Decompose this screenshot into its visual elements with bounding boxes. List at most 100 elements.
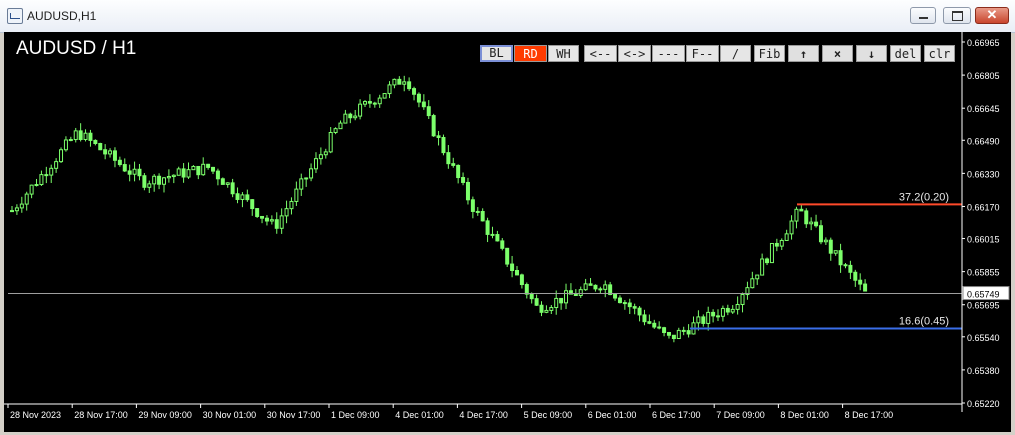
candle-body (534, 298, 539, 306)
candle-body (83, 132, 88, 140)
candle-body (627, 302, 632, 308)
toolbar-trend-line-button[interactable]: / (720, 45, 751, 62)
candle-body (112, 150, 117, 161)
candle-body (622, 302, 627, 305)
candle-body (529, 293, 534, 300)
candle-body (465, 181, 470, 201)
candle-body (470, 199, 475, 212)
candle-body (157, 175, 162, 185)
price-chart[interactable]: 37.2(0.20) 16.6(0.45) 0.66965 0.66805 0.666… (4, 32, 1011, 432)
candle-body (176, 168, 181, 176)
toolbar-delete-button[interactable]: del (890, 45, 921, 62)
candle-body (382, 93, 387, 99)
candle-body (171, 174, 176, 178)
candle-body (230, 182, 235, 195)
current-price-label: 0.65749 (967, 290, 1000, 300)
price-tick-label: 0.65540 (967, 333, 1000, 343)
candle-body (716, 315, 721, 318)
candle-body (446, 152, 451, 165)
candle-body (828, 239, 833, 254)
time-tick-label: 5 Dec 09:00 (524, 410, 573, 420)
candle-body (485, 220, 490, 235)
candle-body (201, 163, 206, 176)
candle-body (260, 215, 265, 219)
window-titlebar[interactable]: AUDUSD,H1 ✕ (0, 0, 1015, 33)
close-button[interactable]: ✕ (975, 7, 1009, 24)
candle-body (191, 165, 196, 171)
chart-window-icon (7, 8, 23, 24)
candle-body (407, 81, 412, 90)
toolbar-clear-button[interactable]: clr (924, 45, 955, 62)
candle-body (93, 139, 98, 145)
fib-lower-label: 16.6(0.45) (899, 316, 949, 328)
candle-body (299, 178, 304, 190)
candle-body (480, 210, 485, 222)
candle-body (519, 274, 524, 286)
candle-body (333, 128, 338, 133)
candle-body (647, 321, 652, 324)
candle-body (44, 174, 49, 177)
toolbar-delete-mark-button[interactable]: × (822, 45, 853, 62)
toolbar-wh-button[interactable]: WH (548, 45, 579, 62)
price-tick-label: 0.65380 (967, 366, 1000, 376)
candle-body (142, 175, 147, 188)
candle-body (63, 139, 68, 151)
candle-body (451, 163, 456, 166)
candle-body (662, 327, 667, 334)
price-tick-label: 0.66490 (967, 136, 1000, 146)
candle-body (814, 221, 819, 227)
time-tick-label: 28 Nov 2023 (10, 410, 61, 420)
candle-body (235, 193, 240, 200)
toolbar-horizontal-line-button[interactable]: --- (652, 45, 685, 62)
candle-body (431, 115, 436, 137)
candle-body (823, 239, 828, 243)
chart-canvas[interactable]: 37.2(0.20) 16.6(0.45) 0.66965 0.66805 0.666… (4, 32, 1011, 432)
toolbar-fib-line-button[interactable]: F-- (686, 45, 719, 62)
toolbar-fib-button[interactable]: Fib (754, 45, 785, 62)
toolbar-arrow-up-button[interactable]: ↑ (788, 45, 819, 62)
candle-body (122, 164, 127, 172)
candle-body (152, 175, 157, 185)
minimize-button[interactable] (910, 7, 936, 24)
candle-body (284, 208, 289, 217)
minimize-icon (919, 17, 928, 19)
candle-body (686, 330, 691, 335)
candle-body (701, 316, 706, 324)
price-tick-label: 0.66015 (967, 235, 1000, 245)
candle-body (323, 151, 328, 156)
candle-body (564, 290, 569, 304)
price-tick-label: 0.65220 (967, 399, 1000, 409)
candle-body (117, 159, 122, 166)
candle-body (755, 274, 760, 280)
candle-body (274, 219, 279, 229)
price-tick-label: 0.66965 (967, 38, 1000, 48)
candle-body (720, 307, 725, 317)
candle-body (88, 132, 93, 141)
candle-body (613, 294, 618, 299)
time-tick-label: 7 Dec 09:00 (716, 410, 765, 420)
toolbar-bl-button[interactable]: BL (480, 45, 513, 62)
candle-body (804, 210, 809, 225)
price-tick-label: 0.65695 (967, 301, 1000, 311)
price-tick-label: 0.66805 (967, 71, 1000, 81)
candle-body (853, 271, 858, 281)
maximize-button[interactable] (943, 7, 971, 24)
toolbar-rd-button[interactable]: RD (514, 45, 547, 62)
candle-body (181, 168, 186, 178)
candle-body (740, 294, 745, 306)
toolbar-ray-left-button[interactable]: <-- (584, 45, 617, 62)
candle-body (475, 210, 480, 213)
candle-body (161, 177, 166, 185)
toolbar-arrow-down-button[interactable]: ↓ (856, 45, 887, 62)
candle-body (269, 219, 274, 222)
candle-body (735, 304, 740, 310)
candle-body (14, 207, 19, 212)
candle-body (211, 166, 216, 172)
candle-body (328, 131, 333, 153)
candle-body (510, 263, 515, 272)
candle-body (760, 258, 765, 276)
chart-window: AUDUSD,H1 ✕ 37.2(0.20) 16.6(0.45) 0.66965… (0, 0, 1015, 435)
window-title: AUDUSD,H1 (27, 9, 97, 23)
toolbar-ray-both-button[interactable]: <-> (618, 45, 651, 62)
candle-body (838, 250, 843, 266)
